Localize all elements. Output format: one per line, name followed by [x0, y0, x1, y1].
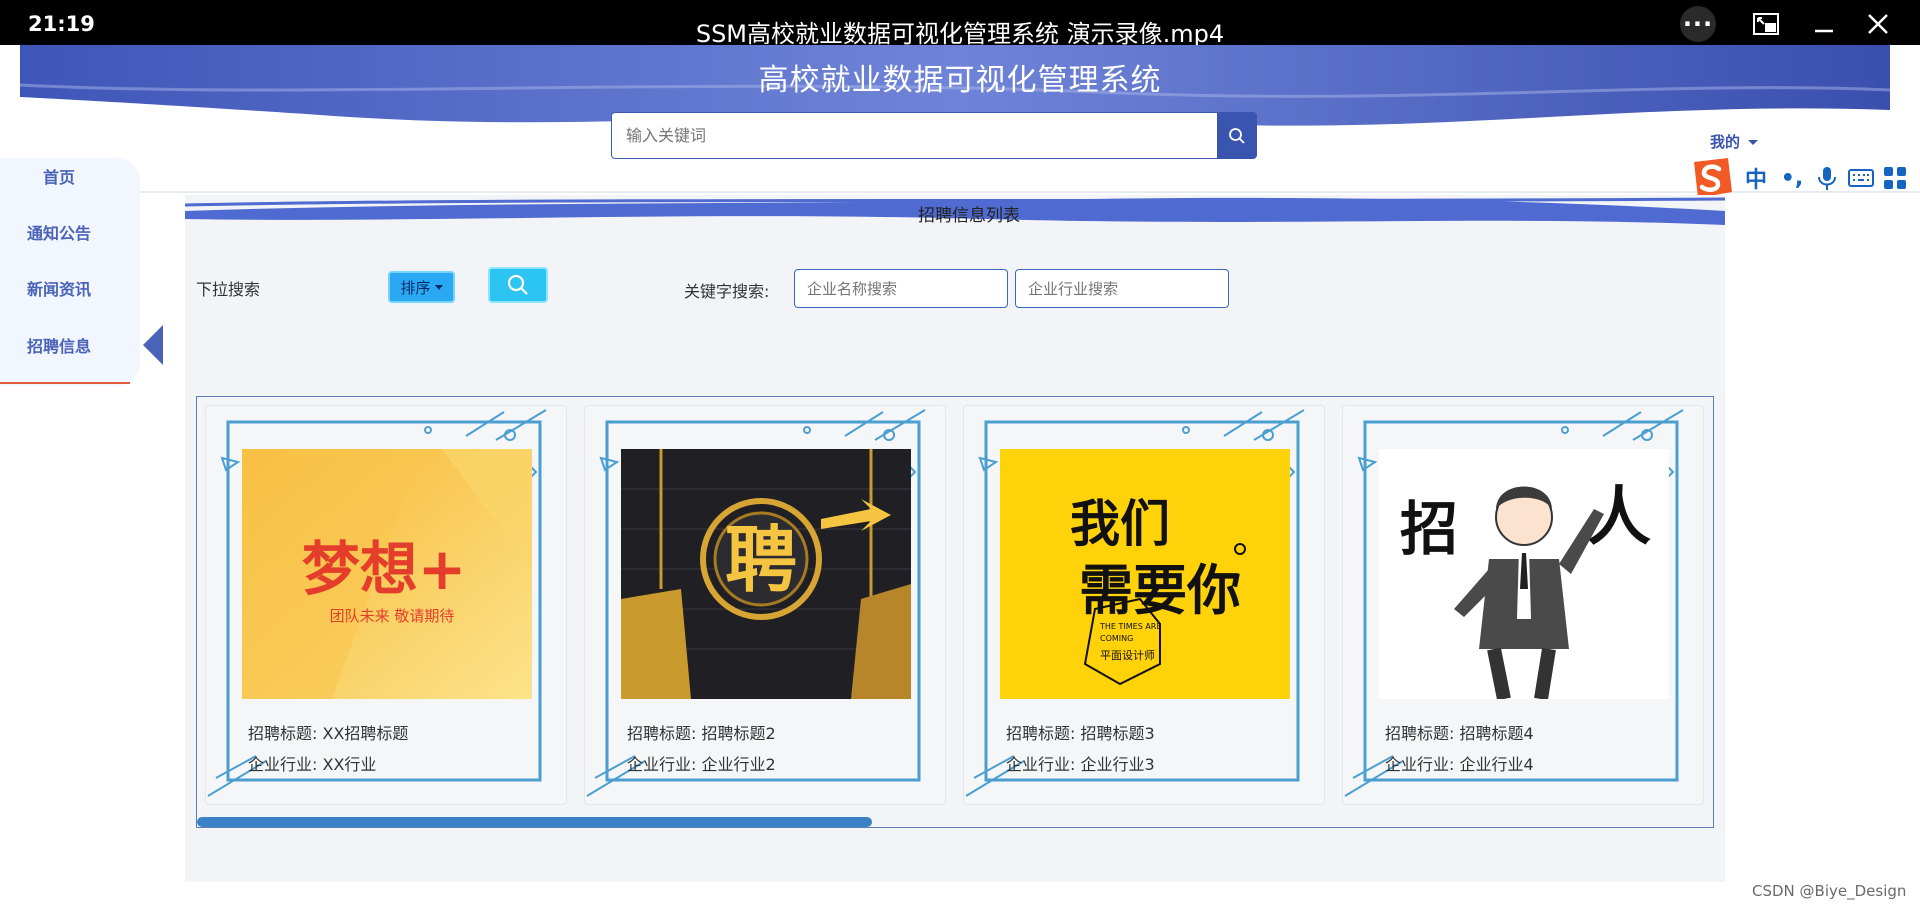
job-card[interactable]: 聘 招聘标题: 招聘标题2 企业行业: 企业行业2 — [584, 405, 946, 805]
carousel-scrollbar-thumb[interactable] — [197, 817, 872, 827]
job-card-image-text: 梦想+ — [302, 535, 467, 603]
job-card-industry: 企业行业: 企业行业4 — [1385, 755, 1534, 774]
job-card-title: 招聘标题: 招聘标题4 — [1385, 724, 1534, 743]
close-icon — [1868, 14, 1888, 34]
header-search-button[interactable] — [1217, 112, 1257, 159]
job-card-image: 梦想+ 团队未来 敬请期待 — [242, 449, 532, 699]
sidebar-item-home[interactable]: 首页 — [0, 164, 118, 188]
job-card-image-subtext: COMING — [1100, 634, 1133, 643]
ime-punct-toggle[interactable]: •, — [1778, 166, 1806, 191]
job-card-title: 招聘标题: 招聘标题3 — [1006, 724, 1155, 743]
job-card-carousel: 梦想+ 团队未来 敬请期待 招聘标题: XX招聘标题 企业行业: XX行业 聘 … — [196, 396, 1714, 828]
carousel-scrollbar[interactable] — [197, 817, 1713, 827]
list-title: 招聘信息列表 — [918, 206, 1020, 226]
watermark: CSDN @Biye_Design — [1752, 882, 1907, 900]
job-card-image-subtext: 平面设计师 — [1100, 649, 1155, 662]
job-card-image-text: 需要你 — [1079, 559, 1241, 622]
job-card-industry: 企业行业: 企业行业3 — [1006, 755, 1155, 774]
job-card-image-text: 招 — [1400, 495, 1458, 563]
sidebar-nav: 首页 通知公告 新闻资讯 招聘信息 — [0, 158, 140, 386]
job-card-industry: 企业行业: XX行业 — [248, 755, 377, 774]
header-search-input[interactable] — [611, 112, 1218, 159]
site-title: 高校就业数据可视化管理系统 — [758, 63, 1162, 98]
chevron-down-icon — [434, 284, 443, 290]
microphone-icon[interactable] — [1814, 165, 1840, 191]
job-card-image: 我们 需要你 THE TIMES ARE COMING 平面设计师 — [1000, 449, 1290, 699]
company-industry-search-input[interactable] — [1015, 269, 1229, 308]
job-card-image-subtext: 团队未来 敬请期待 — [330, 607, 455, 625]
search-icon — [507, 274, 528, 295]
user-menu-label: 我的 — [1710, 133, 1741, 151]
video-player-bar: 21:19 SSM高校就业数据可视化管理系统 演示录像.mp4 ··· — [0, 0, 1920, 48]
close-button[interactable] — [1860, 6, 1896, 42]
search-icon — [1229, 127, 1245, 144]
active-nav-indicator — [143, 325, 163, 365]
job-card-image-subtext: THE TIMES ARE — [1099, 622, 1161, 631]
picture-in-picture-button[interactable] — [1748, 6, 1784, 42]
chevron-down-icon — [1748, 140, 1759, 145]
video-title: SSM高校就业数据可视化管理系统 演示录像.mp4 — [695, 20, 1225, 48]
sidebar-item-news[interactable]: 新闻资讯 — [0, 276, 118, 300]
company-name-search-input[interactable] — [794, 269, 1008, 308]
job-card-title: 招聘标题: 招聘标题2 — [627, 724, 776, 743]
user-menu[interactable]: 我的 — [1710, 131, 1759, 152]
job-card-image-text: 我们 — [1070, 495, 1170, 553]
sidebar-item-notices[interactable]: 通知公告 — [0, 220, 118, 244]
keyboard-icon[interactable] — [1848, 165, 1874, 191]
minimize-icon — [1815, 29, 1833, 33]
ime-lang-toggle[interactable]: 中 — [1742, 162, 1770, 194]
sort-dropdown-button[interactable]: 排序 — [388, 271, 455, 303]
sidebar-item-jobs[interactable]: 招聘信息 — [0, 333, 118, 357]
job-card-image-text: 聘 — [725, 518, 797, 602]
keyword-search-label: 关键字搜索: — [684, 282, 770, 301]
filter-label: 下拉搜索 — [196, 280, 261, 299]
sort-label: 排序 — [400, 278, 431, 297]
job-card-title: 招聘标题: XX招聘标题 — [248, 724, 409, 743]
filter-search-button[interactable] — [488, 267, 548, 303]
pip-icon — [1753, 13, 1779, 35]
job-card[interactable]: 招 人 招聘标题: 招聘标题4 企业行业: 企业行业4 — [1342, 405, 1704, 805]
job-card[interactable]: 梦想+ 团队未来 敬请期待 招聘标题: XX招聘标题 企业行业: XX行业 — [205, 405, 567, 805]
site-header: 高校就业数据可视化管理系统 我的 — [0, 45, 1920, 193]
job-card-industry: 企业行业: 企业行业2 — [627, 755, 776, 774]
minimize-button[interactable] — [1806, 6, 1842, 42]
grid-menu-icon[interactable] — [1882, 165, 1908, 191]
job-card-image: 聘 — [621, 449, 911, 699]
more-options-button[interactable]: ··· — [1680, 6, 1716, 42]
nav-underline — [0, 382, 130, 384]
job-card-image: 招 人 — [1379, 449, 1669, 699]
job-card[interactable]: 我们 需要你 THE TIMES ARE COMING 平面设计师 招聘标题: … — [963, 405, 1325, 805]
